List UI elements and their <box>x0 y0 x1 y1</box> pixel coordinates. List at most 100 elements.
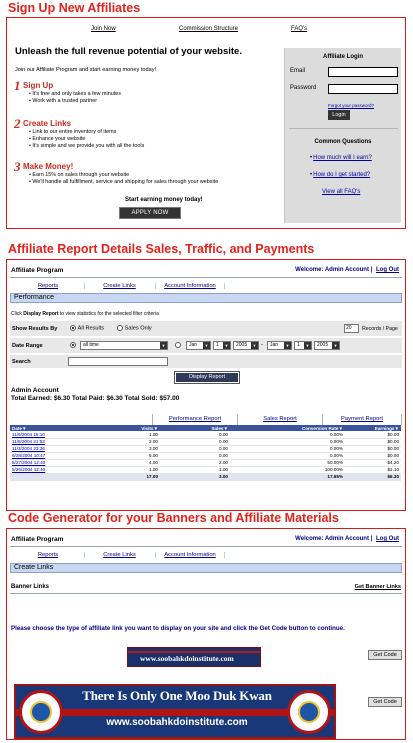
table-row: 11/3/2004 23:36 3.00 0.00 0.00% $0.00 <box>10 445 401 453</box>
tab-sales-report[interactable]: Sales Report <box>237 414 322 425</box>
table-total-row: 17.00 3.00 17.65% $6.30 <box>10 472 401 481</box>
to-day-select[interactable]: 1 ▼ <box>294 341 312 350</box>
date-separator: - <box>261 342 263 348</box>
table-row: 5/26/2004 12:40 1.00 1.00 100.00% $2.10 <box>10 466 401 474</box>
list-item: Link to our entire inventory of items <box>29 129 144 136</box>
report-table: Date▼ Visits▼ Sales▼ Conversion Rate▼ Ea… <box>10 425 401 481</box>
get-code-button-1[interactable]: Get Code <box>368 650 402 660</box>
divider <box>10 546 402 547</box>
divider <box>128 651 260 653</box>
step-1-title: Sign Up <box>23 81 54 90</box>
nav-commission-structure[interactable]: Commission Structure <box>179 26 238 32</box>
chevron-down-icon: ▼ <box>160 342 167 349</box>
account-totals: Total Earned: $6.30 Total Paid: $6.30 To… <box>11 395 180 402</box>
banner-image-large[interactable]: There Is Only One Moo Duk Kwan www.sooba… <box>14 684 336 739</box>
signup-headline: Unleash the full revenue potential of yo… <box>15 46 242 57</box>
chevron-down-icon: ▼ <box>332 342 339 349</box>
date-custom-radio[interactable] <box>175 342 181 349</box>
date-preset-select[interactable]: all time ▼ <box>80 341 168 350</box>
search-label: Search <box>12 359 31 365</box>
divider <box>10 593 402 594</box>
display-report-button[interactable]: Display Report <box>174 371 240 384</box>
nav-join-now[interactable]: Join Now <box>91 26 116 32</box>
logout-link[interactable]: Log Out <box>376 267 399 273</box>
from-month-select[interactable]: Jan ▼ <box>186 341 211 350</box>
welcome-text: Welcome: Admin Account <box>295 267 369 273</box>
filter-search: Search <box>10 355 402 369</box>
signup-screenshot: Join Now Commission Structure FAQ's Unle… <box>6 17 406 229</box>
list-item: We'll handle all fulfillment, service an… <box>29 179 218 186</box>
chevron-down-icon: ▼ <box>284 342 291 349</box>
question-earn-link[interactable]: How much will I earn? <box>310 155 372 161</box>
step-2-bullets: Link to our entire inventory of items En… <box>29 129 144 150</box>
sales-only-radio[interactable]: Sales Only <box>117 325 152 332</box>
report-screenshot: Affiliate Program Welcome: Admin Account… <box>6 259 406 511</box>
tab-performance-report[interactable]: Performance Report <box>152 414 237 425</box>
step-1-bullets: It's free and only takes a few minutes W… <box>29 91 121 105</box>
step-2-title: Create Links <box>23 119 72 128</box>
to-month-select[interactable]: Jan ▼ <box>267 341 292 350</box>
date-range-label: Date Range <box>12 343 43 349</box>
tab-create-links[interactable]: Create Links <box>84 552 154 558</box>
nav-faqs[interactable]: FAQ's <box>291 26 307 32</box>
step-3-title: Make Money! <box>23 162 74 171</box>
section-title-report: Affiliate Report Details Sales, Traffic,… <box>8 242 315 256</box>
table-row: 11/8/2004 21:53 2.00 0.00 0.00% $0.00 <box>10 438 401 446</box>
logout-link[interactable]: Log Out <box>376 536 399 542</box>
get-code-button-2[interactable]: Get Code <box>368 697 402 707</box>
question-started-link[interactable]: How do I get started? <box>310 172 370 178</box>
from-day-select[interactable]: 1 ▼ <box>213 341 231 350</box>
apply-now-button[interactable]: APPLY NOW <box>119 207 181 219</box>
all-results-radio[interactable]: All Results <box>70 325 104 332</box>
view-all-faqs-link[interactable]: View all FAQ's <box>322 189 360 195</box>
seal-logo-right <box>287 690 331 734</box>
tab-payment-report[interactable]: Payment Report <box>322 414 402 425</box>
section-header: Performance <box>10 293 402 303</box>
separator: | <box>370 536 373 542</box>
from-year-select[interactable]: 2005 ▼ <box>233 341 259 350</box>
tab-reports[interactable]: Reports <box>13 552 83 558</box>
table-row: 6/28/2004 10:47 6.00 0.00 0.00% $0.00 <box>10 452 401 460</box>
section-header: Create Links <box>10 563 402 573</box>
start-earning-text: Start earning money today! <box>125 197 203 203</box>
codegen-screenshot: Affiliate Program Welcome: Admin Account… <box>6 528 406 740</box>
divider <box>10 277 402 278</box>
chevron-down-icon: ▼ <box>223 342 230 349</box>
tab-account-information[interactable]: Account Information <box>155 283 225 289</box>
get-banner-links-link[interactable]: Get Banner Links <box>355 584 401 590</box>
email-field[interactable] <box>328 67 398 77</box>
report-hint: Click Display Report to view statistics … <box>11 311 159 317</box>
password-field[interactable] <box>328 84 398 94</box>
search-input[interactable] <box>68 357 168 366</box>
step-3-number: 3 <box>14 159 21 174</box>
date-preset-radio[interactable] <box>70 342 76 349</box>
tab-reports[interactable]: Reports <box>13 283 83 289</box>
list-item: It's simple and we provide you with all … <box>29 143 144 150</box>
login-button[interactable]: Login <box>328 110 350 120</box>
show-results-label: Show Results By <box>12 326 58 332</box>
records-per-page-label: Records / Page <box>362 326 398 332</box>
tab-create-links[interactable]: Create Links <box>84 283 154 289</box>
separator: | <box>370 267 373 273</box>
filter-date-range: Date Range all time ▼ Jan ▼ 1 ▼ 2005 ▼ - Jan… <box>10 338 402 354</box>
records-per-page-input[interactable]: 20 <box>344 324 359 333</box>
step-3-bullets: Earn 15% on sales through your website W… <box>29 172 218 186</box>
app-title: Affiliate Program <box>11 536 64 543</box>
list-item: Earn 15% on sales through your website <box>29 172 218 179</box>
password-label: Password <box>290 85 317 91</box>
step-2-number: 2 <box>14 116 21 131</box>
section-title-signup: Sign Up New Affiliates <box>8 1 141 15</box>
list-item: Enhance your website <box>29 136 144 143</box>
app-title: Affiliate Program <box>11 267 64 274</box>
forgot-password-link[interactable]: Forgot your password? <box>328 103 374 108</box>
banner-image-small[interactable]: www.soobahkdoinstitute.com <box>127 647 261 667</box>
table-row: 5/27/2004 12:40 4.00 2.00 50.00% $4.20 <box>10 459 401 467</box>
to-year-select[interactable]: 2005 ▼ <box>314 341 340 350</box>
list-item: It's free and only takes a few minutes <box>29 91 121 98</box>
instruction-text: Please choose the type of affiliate link… <box>11 625 345 632</box>
tab-account-information[interactable]: Account Information <box>155 552 225 558</box>
login-panel-title: Affiliate Login <box>323 54 363 60</box>
chevron-down-icon: ▼ <box>251 342 258 349</box>
signup-intro: Join our Affiliate Program and start ear… <box>15 67 157 73</box>
list-item: Work with a trusted partner <box>29 98 121 105</box>
